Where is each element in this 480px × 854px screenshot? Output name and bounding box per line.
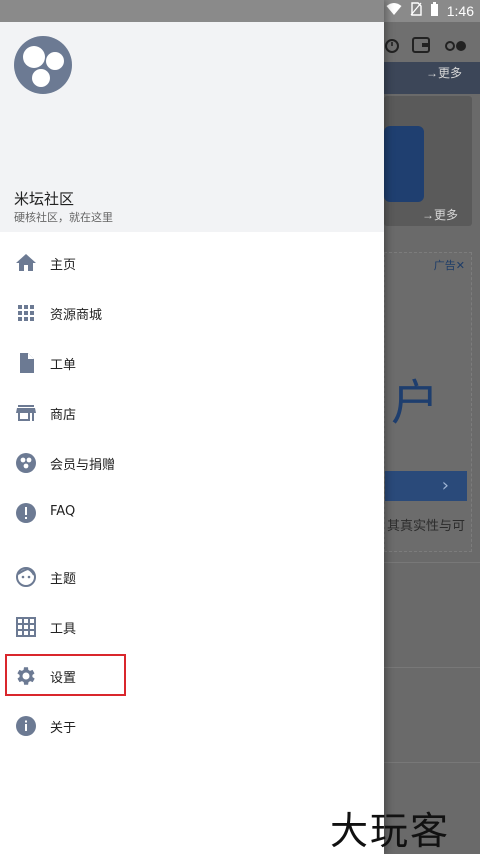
divider: [384, 762, 480, 763]
menu-item-ticket[interactable]: 工单: [0, 338, 384, 388]
ad-label: 广告✕: [433, 259, 465, 272]
drawer-header: 米坛社区 硬核社区，就在这里: [0, 0, 384, 232]
menu-item-label: 商店: [50, 408, 77, 423]
status-icons: 1:46: [386, 2, 474, 20]
no-sim-icon: [410, 2, 422, 20]
menu-item-tools[interactable]: 工具: [0, 602, 384, 652]
grid-icon: [14, 301, 38, 325]
membership-icon: [14, 451, 38, 475]
background-card-image: [384, 126, 424, 202]
wallet-icon: [412, 36, 430, 58]
divider: [384, 562, 480, 563]
highlight-annotation: [5, 654, 126, 696]
status-time: 1:46: [446, 3, 474, 19]
face-icon: [14, 565, 38, 589]
divider: [384, 667, 480, 668]
background-ad: 广告✕ 户 › 其真实性与可: [384, 252, 472, 552]
menu-item-label: FAQ: [50, 504, 76, 519]
background-app[interactable]: →更多 →更多 广告✕ 户 › 其真实性与可: [384, 22, 480, 854]
menu-item-label: 会员与捐赠: [50, 458, 116, 473]
watermark: 大玩客: [330, 809, 451, 853]
table-icon: [14, 615, 38, 639]
menu-item-faq[interactable]: FAQ: [0, 488, 384, 538]
home-icon: [14, 251, 38, 275]
alarm-icon: [384, 36, 400, 58]
menu-item-about[interactable]: 关于: [0, 701, 384, 751]
info-icon: [14, 714, 38, 738]
more-link-1: →更多: [426, 66, 463, 80]
menu-item-label: 主页: [50, 258, 77, 273]
menu-item-theme[interactable]: 主题: [0, 552, 384, 602]
more-link-2: →更多: [422, 208, 459, 222]
ad-button: [385, 471, 467, 501]
menu-item-label: 工具: [50, 622, 77, 637]
alert-icon: [14, 501, 38, 525]
menu-item-home[interactable]: 主页: [0, 238, 384, 288]
more-dots-icon: [444, 38, 468, 57]
ad-big-text: 户: [391, 375, 440, 431]
menu-item-label: 主题: [50, 572, 77, 587]
menu-item-membership[interactable]: 会员与捐赠: [0, 438, 384, 488]
community-name: 米坛社区: [14, 190, 75, 208]
menu-item-label: 关于: [50, 721, 77, 736]
menu-item-resources[interactable]: 资源商城: [0, 288, 384, 338]
wifi-icon: [386, 2, 402, 20]
navigation-drawer: 米坛社区 硬核社区，就在这里 主页 资源商城 工单 商店 会员与捐赠 FAQ 主…: [0, 0, 384, 854]
status-bar-overlay: [0, 0, 384, 22]
menu-item-label: 工单: [50, 358, 77, 373]
battery-icon: [430, 2, 439, 20]
avatar[interactable]: [14, 36, 72, 94]
menu-item-label: 资源商城: [50, 308, 103, 323]
ad-text: 其真实性与可: [387, 519, 466, 534]
store-icon: [14, 401, 38, 425]
chevron-right-icon: ›: [441, 475, 449, 496]
community-slogan: 硬核社区，就在这里: [14, 211, 113, 224]
menu-item-shop[interactable]: 商店: [0, 388, 384, 438]
document-icon: [14, 351, 38, 375]
